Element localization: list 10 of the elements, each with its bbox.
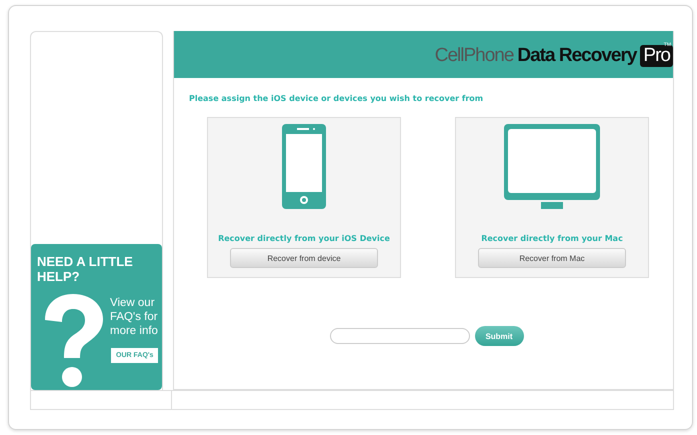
option-caption: Recover directly from your iOS Device	[218, 234, 390, 243]
input-field[interactable]	[330, 328, 470, 344]
monitor-icon	[504, 124, 600, 209]
help-text: View our FAQ's for more info	[110, 296, 159, 338]
recover-button[interactable]: Recover from device	[230, 248, 378, 268]
help-title: NEED A LITTLE HELP?	[37, 254, 134, 284]
prompt-text: Please assign the iOS device or devices you wish to recover from	[189, 94, 484, 103]
phone-icon	[282, 124, 326, 209]
option-caption: Recover directly from your Mac	[481, 234, 623, 243]
recover-button[interactable]: Recover from Mac	[478, 248, 626, 268]
